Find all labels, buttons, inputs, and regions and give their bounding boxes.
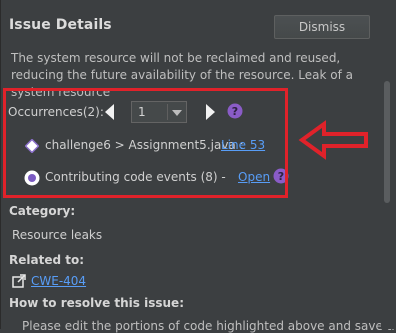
cwe-404-link[interactable]: CWE-404 bbox=[31, 274, 86, 288]
red-outline-arrow-icon bbox=[298, 120, 368, 160]
external-link-icon bbox=[12, 274, 26, 288]
dismiss-button[interactable]: Dismiss bbox=[274, 15, 370, 39]
scrollbar-thumb[interactable] bbox=[384, 81, 390, 203]
related-label: Related to: bbox=[9, 253, 85, 267]
annotation-highlight-box bbox=[3, 88, 288, 198]
resolve-label: How to resolve this issue: bbox=[9, 296, 184, 310]
category-value: Resource leaks bbox=[12, 228, 103, 242]
issue-details-panel: Issue Details Dismiss The system resourc… bbox=[0, 0, 396, 333]
panel-left-border bbox=[0, 0, 1, 329]
panel-title: Issue Details bbox=[9, 17, 112, 33]
resolve-text: Please edit the portions of code highlig… bbox=[22, 319, 396, 333]
category-label: Category: bbox=[9, 204, 76, 218]
